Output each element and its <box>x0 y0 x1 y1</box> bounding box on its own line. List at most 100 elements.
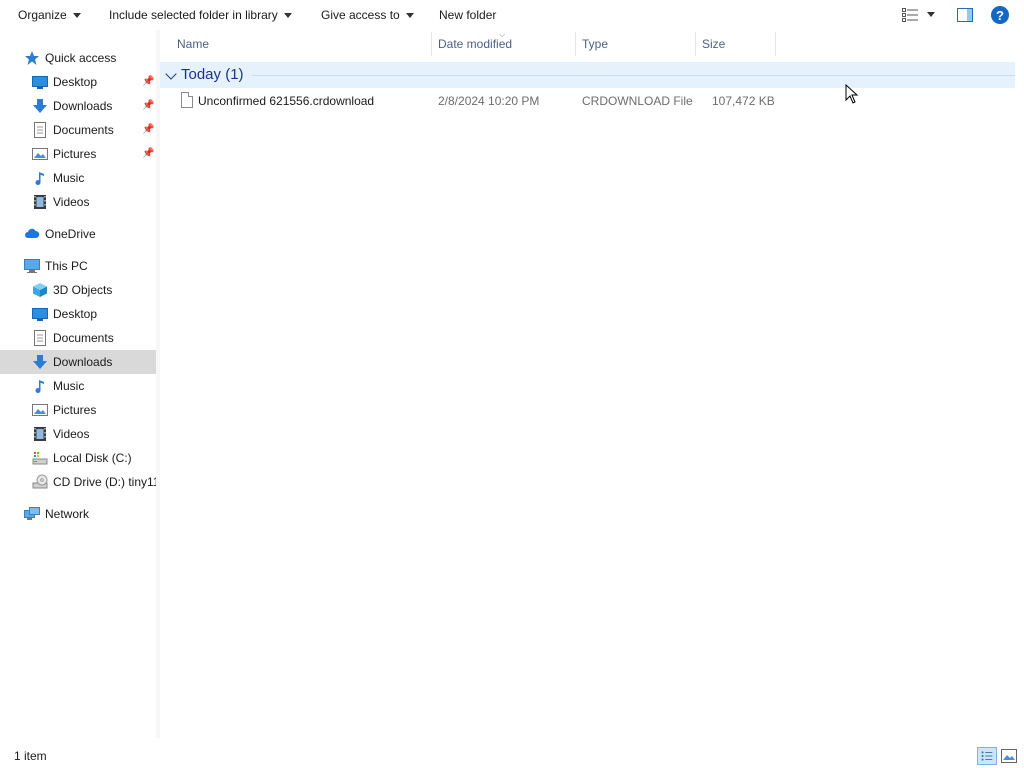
chevron-down-icon <box>283 12 292 18</box>
pin-icon: 📌 <box>142 148 155 159</box>
pictures-icon <box>32 404 48 416</box>
nav-onedrive[interactable]: OneDrive <box>0 222 156 246</box>
local-disk-icon <box>32 452 48 465</box>
preview-pane-icon[interactable] <box>957 8 973 22</box>
column-divider[interactable] <box>431 32 432 56</box>
include-in-library-menu[interactable]: Include selected folder in library <box>109 7 292 23</box>
navigation-pane: Quick access Desktop 📌 Downloads 📌 Docum… <box>0 30 156 738</box>
music-icon <box>35 380 44 393</box>
pictures-icon <box>32 148 48 160</box>
nav-pc-desktop[interactable]: Desktop <box>0 302 156 326</box>
new-folder-button[interactable]: New folder <box>439 7 496 23</box>
organize-label: Organize <box>18 8 67 22</box>
file-date-modified: 2/8/2024 10:20 PM <box>438 94 540 108</box>
column-header-size[interactable]: Size <box>702 37 725 51</box>
documents-icon <box>34 330 46 346</box>
nav-label: 3D Objects <box>53 283 113 297</box>
column-divider[interactable] <box>575 32 576 56</box>
nav-pc-pictures[interactable]: Pictures <box>0 398 156 422</box>
desktop-icon <box>32 308 48 321</box>
details-view-icon[interactable] <box>977 747 997 765</box>
file-icon <box>181 92 193 108</box>
nav-label: Music <box>53 379 85 393</box>
nav-quick-music[interactable]: Music <box>0 166 156 190</box>
column-divider[interactable] <box>695 32 696 56</box>
videos-icon <box>34 195 46 209</box>
nav-label: Music <box>53 171 85 185</box>
nav-quick-documents[interactable]: Documents 📌 <box>0 118 156 142</box>
nav-quick-desktop[interactable]: Desktop 📌 <box>0 70 156 94</box>
pin-icon: 📌 <box>142 124 155 135</box>
computer-icon <box>24 259 40 273</box>
3d-objects-icon <box>33 283 47 297</box>
nav-label: Quick access <box>45 51 117 65</box>
nav-label: Downloads <box>53 355 113 369</box>
pin-icon: 📌 <box>142 100 155 111</box>
sort-indicator-icon: ⌵ <box>499 30 506 39</box>
cd-drive-icon <box>32 474 48 489</box>
file-name[interactable]: Unconfirmed 621556.crdownload <box>198 94 374 108</box>
nav-pc-cd-drive[interactable]: CD Drive (D:) tiny11 <box>0 470 156 494</box>
file-size: 107,472 KB <box>712 94 775 108</box>
chevron-down-icon <box>72 12 81 18</box>
nav-this-pc[interactable]: This PC <box>0 254 156 278</box>
videos-icon <box>34 427 46 441</box>
change-view-icon[interactable] <box>902 8 918 22</box>
cloud-icon <box>25 228 40 238</box>
nav-pc-videos[interactable]: Videos <box>0 422 156 446</box>
status-bar: 1 item <box>0 738 1024 768</box>
nav-quick-pictures[interactable]: Pictures 📌 <box>0 142 156 166</box>
nav-quick-videos[interactable]: Videos <box>0 190 156 214</box>
column-headers: Name Date modified Type Size <box>160 30 1024 58</box>
nav-pc-documents[interactable]: Documents <box>0 326 156 350</box>
new-folder-label: New folder <box>439 8 497 22</box>
column-divider[interactable] <box>775 32 776 56</box>
nav-label: Videos <box>53 427 90 441</box>
nav-quick-access[interactable]: Quick access <box>0 46 156 70</box>
nav-label: Pictures <box>53 147 97 161</box>
pin-icon: 📌 <box>142 76 155 87</box>
group-divider <box>252 75 1015 76</box>
nav-network[interactable]: Network <box>0 502 156 526</box>
nav-label: Local Disk (C:) <box>53 451 132 465</box>
command-bar: Organize Include selected folder in libr… <box>0 0 1024 30</box>
nav-label: Pictures <box>53 403 97 417</box>
column-header-name[interactable]: Name <box>177 37 209 51</box>
nav-pc-downloads[interactable]: Downloads <box>0 350 156 374</box>
file-type: CRDOWNLOAD File <box>582 94 693 108</box>
nav-pane-splitter[interactable] <box>156 30 160 738</box>
column-header-type[interactable]: Type <box>582 37 608 51</box>
nav-label: Documents <box>53 123 114 137</box>
nav-pc-music[interactable]: Music <box>0 374 156 398</box>
item-count: 1 item <box>14 749 47 763</box>
chevron-down-icon <box>405 12 414 18</box>
group-title: Today (1) <box>181 66 244 83</box>
network-icon <box>24 507 40 520</box>
nav-label: Desktop <box>53 75 98 89</box>
nav-label: Documents <box>53 331 114 345</box>
give-access-menu[interactable]: Give access to <box>321 7 414 23</box>
large-icons-view-icon[interactable] <box>1001 749 1017 763</box>
give-access-label: Give access to <box>321 8 400 22</box>
file-row[interactable]: Unconfirmed 621556.crdownload 2/8/2024 1… <box>160 88 1015 112</box>
downloads-icon <box>33 355 47 369</box>
mouse-cursor-icon <box>845 84 859 104</box>
nav-pc-local-disk[interactable]: Local Disk (C:) <box>0 446 156 470</box>
organize-menu[interactable]: Organize <box>18 7 81 23</box>
view-options-chevron-icon[interactable] <box>927 12 935 17</box>
nav-label: Desktop <box>53 307 98 321</box>
desktop-icon <box>32 76 48 89</box>
group-header-today[interactable]: Today (1) <box>160 62 1015 88</box>
include-in-library-label: Include selected folder in library <box>109 8 278 22</box>
nav-label: Videos <box>53 195 90 209</box>
nav-pc-3d-objects[interactable]: 3D Objects <box>0 278 156 302</box>
nav-label: OneDrive <box>45 227 96 241</box>
nav-label: CD Drive (D:) tiny11 <box>53 475 156 489</box>
nav-label: Downloads <box>53 99 113 113</box>
help-icon[interactable]: ? <box>991 6 1009 24</box>
nav-quick-downloads[interactable]: Downloads 📌 <box>0 94 156 118</box>
music-icon <box>35 172 44 185</box>
documents-icon <box>34 122 46 138</box>
chevron-down-icon[interactable] <box>165 68 177 80</box>
nav-label: Network <box>45 507 90 521</box>
